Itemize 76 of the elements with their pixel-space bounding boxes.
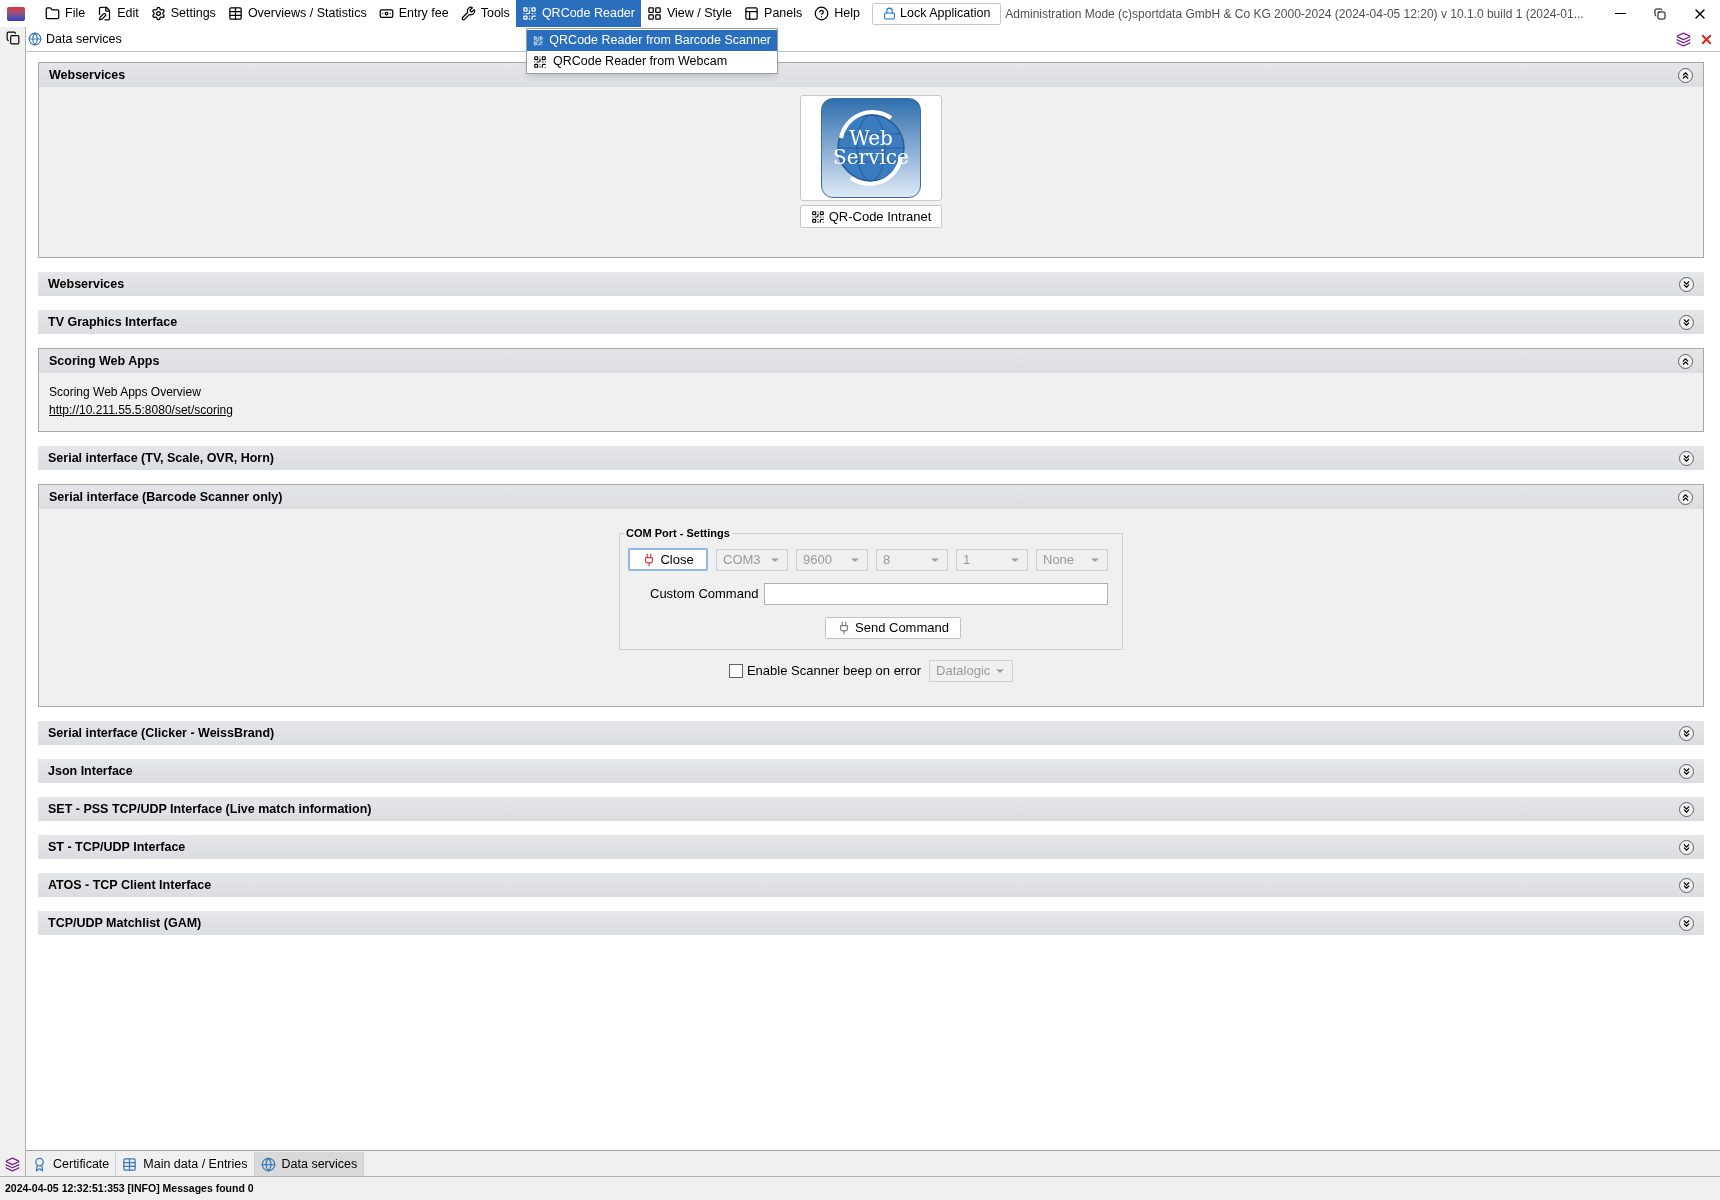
- grid-icon: [647, 6, 662, 21]
- checkbox[interactable]: [728, 664, 743, 678]
- section-header[interactable]: Json Interface: [38, 759, 1704, 783]
- qr-code-icon: [533, 33, 544, 48]
- collapse-icon[interactable]: [1678, 67, 1693, 83]
- logo-text: Service: [833, 148, 909, 167]
- app-logo-icon: [7, 6, 25, 21]
- scoring-link[interactable]: http://10.211.55.5:8080/set/scoring: [49, 401, 233, 419]
- menu-item[interactable]: Settings: [144, 0, 222, 27]
- panels-icon[interactable]: [1676, 31, 1691, 47]
- qr-code-icon: [533, 54, 547, 69]
- description-text: Scoring Web Apps Overview: [49, 384, 202, 401]
- close-button[interactable]: Close: [628, 548, 708, 571]
- menu-item[interactable]: QRCode Reader: [515, 0, 641, 27]
- restore-icon: [1654, 7, 1666, 20]
- collapse-icon[interactable]: [1678, 353, 1693, 369]
- document-title: Data services: [46, 30, 122, 48]
- lock-application-button[interactable]: Lock Application: [872, 2, 1002, 25]
- help-icon: [814, 6, 830, 21]
- checkbox-label: Enable Scanner beep on error: [746, 662, 922, 681]
- settings-icon: [150, 6, 166, 21]
- windows-icon[interactable]: [5, 31, 20, 45]
- expand-icon[interactable]: [1679, 314, 1694, 330]
- menu-item[interactable]: Entry fee: [372, 0, 455, 27]
- globe-icon: [260, 1156, 276, 1172]
- plug-icon: [837, 621, 851, 635]
- window-title: Administration Mode (c)sportdata GmbH & Co KG 2000-2024 (2024-04-05 12:20) v 10.1.0 build 1 (2024-01...: [1005, 5, 1584, 23]
- document-tab[interactable]: Data services: [254, 1152, 365, 1176]
- section-header[interactable]: Serial interface (TV, Scale, OVR, Horn): [38, 446, 1704, 470]
- logo-text: Web: [849, 129, 893, 148]
- section-header[interactable]: Serial interface (Barcode Scanner only): [39, 485, 1703, 509]
- section-header[interactable]: TCP/UDP Matchlist (GAM): [38, 911, 1704, 935]
- panels-icon: [744, 6, 760, 21]
- minimize-icon: [1614, 13, 1626, 14]
- expand-icon[interactable]: [1679, 763, 1694, 779]
- qr-code-icon: [521, 6, 537, 21]
- globe-icon: [28, 32, 42, 46]
- expand-icon[interactable]: [1679, 877, 1694, 893]
- qr-code-icon: [810, 209, 825, 224]
- pencil-page-icon: [97, 6, 113, 21]
- expand-icon[interactable]: [1679, 725, 1694, 741]
- field-label: Custom Command: [650, 585, 759, 604]
- medal-icon: [32, 1156, 47, 1172]
- expand-icon[interactable]: [1679, 915, 1694, 931]
- expand-icon[interactable]: [1679, 801, 1694, 817]
- lock-icon: [883, 7, 896, 20]
- section-header[interactable]: Serial interface (Clicker - WeissBrand): [38, 721, 1704, 745]
- section-header[interactable]: ST - TCP/UDP Interface: [38, 835, 1704, 859]
- section-header[interactable]: Webservices: [38, 272, 1704, 296]
- group-title: COM Port - Settings: [624, 526, 732, 540]
- qr-code-intranet-button[interactable]: QR-Code Intranet: [800, 205, 942, 228]
- expand-icon[interactable]: [1679, 276, 1694, 292]
- collapse-icon[interactable]: [1678, 489, 1693, 505]
- custom-command-field[interactable]: [764, 583, 1109, 605]
- banknote-icon: [378, 6, 394, 21]
- folder-icon: [45, 6, 60, 21]
- menu-item[interactable]: Help: [808, 0, 866, 27]
- menu-item[interactable]: Edit: [91, 0, 145, 27]
- table-icon: [227, 6, 243, 21]
- status-text: 2024-04-05 12:32:51:353 [INFO] Messages found 0: [5, 1180, 254, 1196]
- section-header[interactable]: Scoring Web Apps: [39, 349, 1703, 373]
- menu-item[interactable]: Overviews / Statistics: [221, 0, 373, 27]
- send-command-button[interactable]: Send Command: [825, 617, 961, 639]
- menu-item[interactable]: QRCode Reader from Barcode Scanner: [527, 30, 777, 51]
- section-header[interactable]: ATOS - TCP Client Interface: [38, 873, 1704, 897]
- menu-item[interactable]: File: [39, 0, 92, 27]
- menu-item[interactable]: View / Style: [641, 0, 739, 27]
- expand-icon[interactable]: [1679, 450, 1694, 466]
- menu-item[interactable]: Panels: [738, 0, 809, 27]
- wrench-icon: [460, 6, 476, 21]
- panels-icon[interactable]: [5, 1157, 20, 1172]
- expand-icon[interactable]: [1679, 839, 1694, 855]
- table-icon: [122, 1156, 138, 1172]
- section-header[interactable]: TV Graphics Interface: [38, 310, 1704, 334]
- menu-item[interactable]: Tools: [454, 0, 516, 27]
- section-header[interactable]: SET - PSS TCP/UDP Interface (Live match information): [38, 797, 1704, 821]
